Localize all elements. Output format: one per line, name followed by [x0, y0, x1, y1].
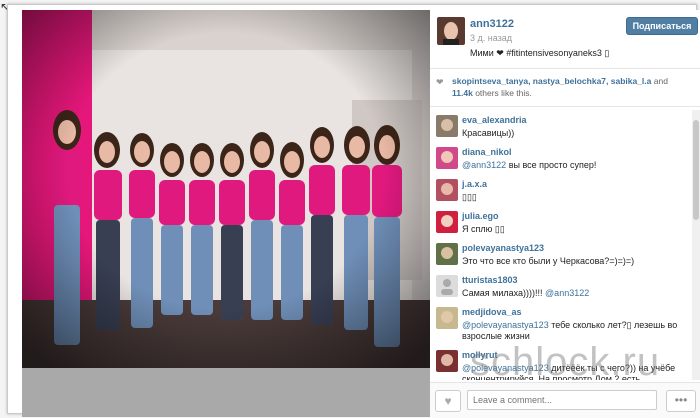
comment-input[interactable]	[467, 390, 657, 410]
commenter-avatar[interactable]	[436, 211, 458, 233]
comments-scrollbar-thumb[interactable]	[693, 120, 699, 220]
comment-item: tturistas1803 Самая милаха))))!!! @ann31…	[430, 275, 690, 305]
comment-text: ▯▯▯	[462, 192, 477, 202]
comment-author[interactable]: diana_nikol	[462, 147, 512, 157]
commenter-avatar[interactable]	[436, 147, 458, 169]
comment-text: Это что все кто были у Черкасова?=)=)=)	[462, 256, 635, 266]
comment-author[interactable]: medjidova_as	[462, 307, 522, 317]
photo-caption-bar	[22, 368, 430, 417]
post-header: ann3122 3 д. назад Мими ❤ #fitintensives…	[430, 10, 700, 69]
group-photo-image	[22, 10, 430, 368]
author-avatar[interactable]	[437, 17, 465, 45]
comment-body: вы все просто супер!	[506, 160, 597, 170]
likes-summary: skopintseva_tanya, nastya_belochka7, sab…	[452, 75, 692, 99]
watermark: schlock.ru	[470, 340, 661, 384]
commenter-avatar-image	[436, 179, 458, 201]
comment-author[interactable]: eva_alexandria	[462, 115, 527, 125]
comment-item: julia.ego Я сплю ▯▯	[430, 211, 690, 241]
commenter-avatar-image	[436, 115, 458, 137]
commenter-avatar-image	[436, 243, 458, 265]
follow-button[interactable]: Подписаться	[626, 17, 698, 35]
author-username[interactable]: ann3122	[470, 18, 514, 30]
comment-author[interactable]: j.a.x.a	[462, 179, 487, 189]
commenter-avatar-image	[436, 307, 458, 329]
likes-count[interactable]: 11.4k	[452, 88, 473, 98]
comment-item: j.a.x.a ▯▯▯	[430, 179, 690, 209]
comment-item: polevayanastya123 Это что все кто были у…	[430, 243, 690, 273]
comment-body: Самая милаха))))!!!	[462, 288, 546, 298]
post-caption: Мими ❤ #fitintensivesonyaneks3 ▯	[470, 48, 610, 58]
comment-author[interactable]: polevayanastya123	[462, 243, 544, 253]
like-button[interactable]: ♥	[435, 390, 461, 412]
more-options-button[interactable]: •••	[666, 390, 696, 412]
commenter-avatar[interactable]	[436, 115, 458, 137]
comment-item: eva_alexandria Красавицы))	[430, 115, 690, 145]
post-photo[interactable]	[22, 10, 430, 368]
comment-mention[interactable]: @ann3122	[545, 288, 589, 298]
likes-suffix: others like this.	[475, 88, 532, 98]
comment-author[interactable]: julia.ego	[462, 211, 499, 221]
comment-text: Красавицы))	[462, 128, 515, 138]
commenter-avatar-image	[436, 147, 458, 169]
commenter-avatar[interactable]	[436, 275, 458, 297]
commenter-avatar-image	[436, 211, 458, 233]
comment-mention[interactable]: @ann3122	[462, 160, 506, 170]
comment-mention[interactable]: @polevayanastya123	[462, 320, 549, 330]
commenter-avatar[interactable]	[436, 243, 458, 265]
heart-icon: ♥	[444, 394, 452, 408]
likes-section: ❤ skopintseva_tanya, nastya_belochka7, s…	[430, 70, 700, 107]
post-timestamp: 3 д. назад	[470, 33, 513, 43]
comment-text: @polevayanastya123 тебе сколько лет?▯ ле…	[462, 320, 690, 342]
commenter-avatar-image	[436, 350, 458, 372]
commenter-avatar[interactable]	[436, 179, 458, 201]
comment-text: @ann3122 вы все просто супер!	[462, 160, 690, 171]
comment-author[interactable]: tturistas1803	[462, 275, 518, 285]
comment-text: Самая милаха))))!!! @ann3122	[462, 288, 690, 299]
comment-item: diana_nikol @ann3122 вы все просто супер…	[430, 147, 690, 177]
likes-users[interactable]: skopintseva_tanya, nastya_belochka7, sab…	[452, 76, 651, 86]
author-avatar-image	[437, 17, 465, 45]
likes-and: and	[653, 76, 668, 86]
comment-bar: ♥ •••	[430, 382, 700, 418]
commenter-avatar[interactable]	[436, 307, 458, 329]
heart-icon: ❤	[436, 77, 444, 87]
comment-text: Я сплю ▯▯	[462, 224, 505, 234]
default-avatar-icon	[436, 275, 458, 297]
commenter-avatar[interactable]	[436, 350, 458, 372]
